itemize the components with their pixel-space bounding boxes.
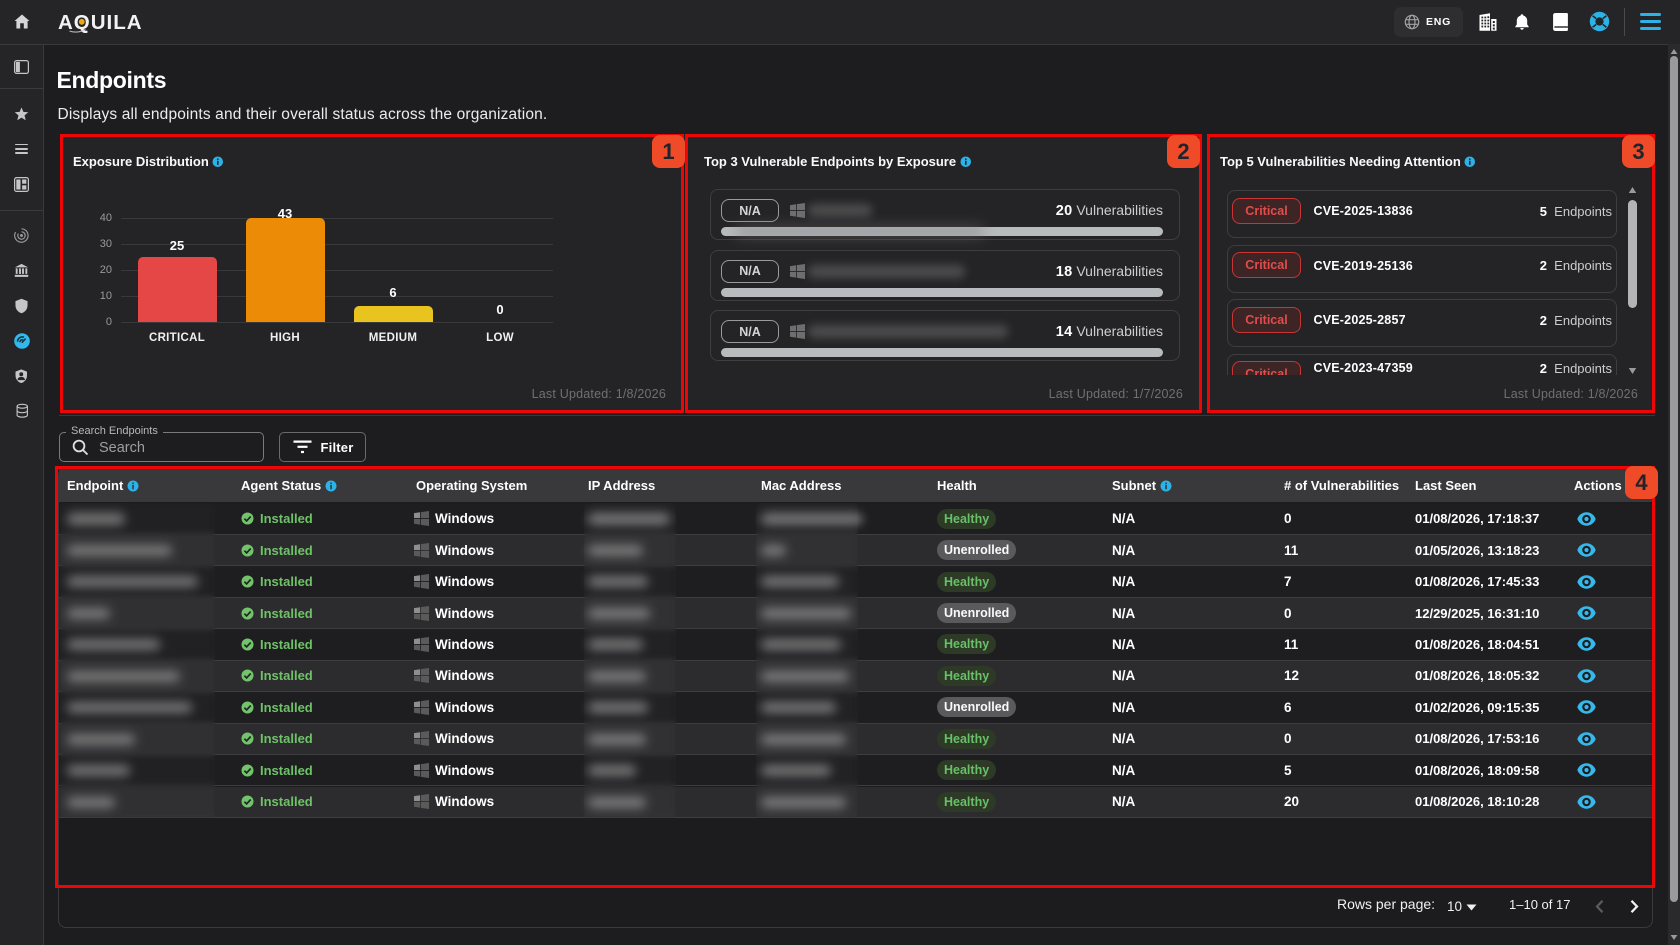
svg-text:AQUILA: AQUILA [58, 11, 143, 34]
